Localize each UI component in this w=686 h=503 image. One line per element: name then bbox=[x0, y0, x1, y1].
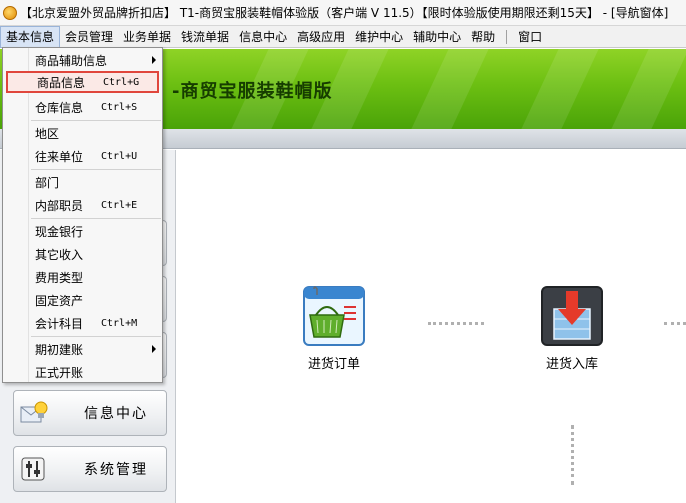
flow-connector bbox=[664, 322, 686, 325]
menu-window[interactable]: 窗口 bbox=[513, 26, 547, 48]
info-center-icon bbox=[20, 400, 50, 426]
menu-separator bbox=[506, 29, 508, 44]
menu-separator bbox=[31, 336, 161, 337]
menu-item-opening-setup[interactable]: 期初建账 bbox=[4, 338, 161, 360]
flow-node-label: 进货订单 bbox=[307, 357, 360, 372]
basic-info-dropdown: 商品辅助信息 商品信息 Ctrl+G 仓库信息 Ctrl+S 地区 往来单位 C… bbox=[2, 47, 163, 383]
menu-item-region[interactable]: 地区 bbox=[4, 122, 161, 144]
menu-item-department[interactable]: 部门 bbox=[4, 171, 161, 193]
menu-cashflow-documents[interactable]: 钱流单据 bbox=[176, 26, 234, 48]
menu-separator bbox=[31, 218, 161, 219]
menu-item-other-income[interactable]: 其它收入 bbox=[4, 243, 161, 265]
menu-assist[interactable]: 辅助中心 bbox=[408, 26, 466, 48]
menu-member-management[interactable]: 会员管理 bbox=[60, 26, 118, 48]
menu-item-product-info[interactable]: 商品信息 Ctrl+G bbox=[6, 71, 159, 93]
flow-node-purchase-order[interactable]: 进货订单 bbox=[302, 285, 366, 372]
submenu-arrow-icon bbox=[152, 345, 156, 353]
menu-item-product-aux-info[interactable]: 商品辅助信息 bbox=[4, 49, 161, 71]
menu-item-accounting-subjects[interactable]: 会计科目 Ctrl+M bbox=[4, 312, 161, 334]
flow-node-stock-in[interactable]: 进货入库 bbox=[540, 285, 604, 372]
menu-bar: 基本信息 会员管理 业务单据 钱流单据 信息中心 高级应用 维护中心 辅助中心 … bbox=[0, 25, 686, 48]
purchase-order-basket-icon bbox=[302, 285, 366, 349]
window-title: 【北京爱盟外贸品牌折扣店】 T1-商贸宝服装鞋帽体验版（客户端 V 11.5）【… bbox=[20, 6, 669, 20]
menu-item-expense-types[interactable]: 费用类型 bbox=[4, 266, 161, 288]
title-bar: 【北京爱盟外贸品牌折扣店】 T1-商贸宝服装鞋帽体验版（客户端 V 11.5）【… bbox=[0, 0, 686, 26]
menu-business-documents[interactable]: 业务单据 bbox=[118, 26, 176, 48]
menu-item-warehouse-info[interactable]: 仓库信息 Ctrl+S bbox=[4, 96, 161, 118]
menu-item-cash-bank[interactable]: 现金银行 bbox=[4, 220, 161, 242]
flow-node-label: 进货入库 bbox=[545, 357, 598, 372]
menu-separator bbox=[31, 120, 161, 121]
menu-advanced[interactable]: 高级应用 bbox=[292, 26, 350, 48]
nav-button-system-management[interactable]: 系统管理 bbox=[13, 446, 167, 492]
submenu-arrow-icon bbox=[152, 56, 156, 64]
menu-help[interactable]: 帮助 bbox=[466, 26, 500, 48]
nav-button-label: 信息中心 bbox=[84, 406, 148, 422]
flow-connector bbox=[571, 425, 574, 485]
nav-button-info-center[interactable]: 信息中心 bbox=[13, 390, 167, 436]
stock-in-arrow-icon bbox=[540, 285, 604, 349]
menu-separator bbox=[31, 169, 161, 170]
menu-info-center[interactable]: 信息中心 bbox=[234, 26, 292, 48]
menu-basic-info[interactable]: 基本信息 bbox=[0, 25, 61, 48]
nav-button-label: 系统管理 bbox=[84, 462, 148, 478]
menu-maintenance[interactable]: 维护中心 bbox=[350, 26, 408, 48]
product-title: -商贸宝服装鞋帽版 bbox=[172, 81, 333, 102]
menu-item-staff[interactable]: 内部职员 Ctrl+E bbox=[4, 194, 161, 216]
menu-item-formal-opening[interactable]: 正式开账 bbox=[4, 361, 161, 383]
menu-item-business-partners[interactable]: 往来单位 Ctrl+U bbox=[4, 145, 161, 167]
flow-connector bbox=[428, 322, 484, 325]
app-icon bbox=[3, 5, 17, 20]
system-settings-icon bbox=[20, 456, 50, 482]
menu-item-fixed-assets[interactable]: 固定资产 bbox=[4, 289, 161, 311]
